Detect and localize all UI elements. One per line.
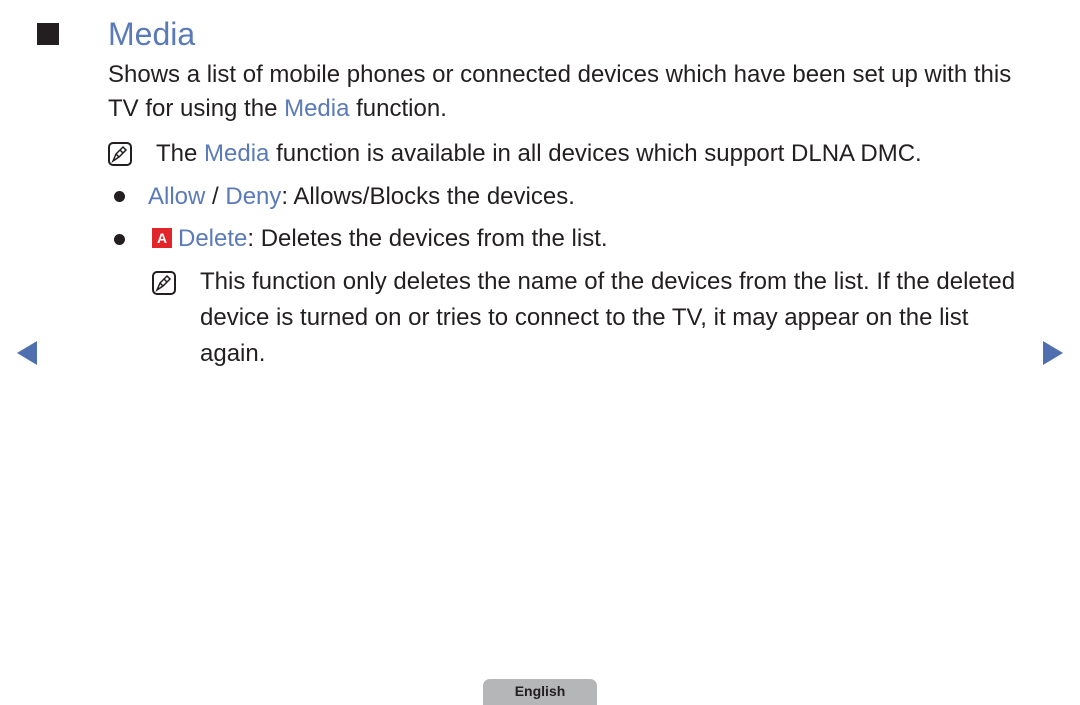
language-tab[interactable]: English [483, 679, 597, 705]
bullet-allow-deny: Allow / Deny: Allows/Blocks the devices. [148, 180, 575, 214]
description: Shows a list of mobile phones or connect… [108, 58, 1048, 126]
note-1-highlight: Media [204, 140, 270, 167]
description-text-end: function. [349, 95, 447, 122]
bullet-icon [114, 191, 125, 202]
bullet-icon [114, 234, 125, 245]
note-1-text: The [156, 140, 205, 167]
note-2-icon [152, 271, 176, 295]
a-button-icon: A [152, 228, 172, 248]
page-title: Media [108, 16, 196, 52]
note-1: The Media function is available in all d… [156, 137, 922, 171]
description-highlight: Media [284, 95, 350, 122]
allow-deny-text: : Allows/Blocks the devices. [281, 183, 575, 210]
note-1-icon [108, 142, 132, 166]
delete-label: Delete [178, 225, 248, 252]
previous-page-arrow-icon[interactable] [17, 341, 37, 365]
title-square-icon [37, 23, 59, 45]
allow-label: Allow [148, 183, 206, 210]
delete-text: : Deletes the devices from the list. [247, 225, 608, 252]
description-text: Shows a list of mobile phones or connect… [108, 61, 1012, 122]
deny-label: Deny [225, 183, 282, 210]
separator: / [205, 183, 226, 210]
note-1-text-end: function is available in all devices whi… [269, 140, 922, 167]
note-2: This function only deletes the name of t… [200, 268, 1016, 367]
next-page-arrow-icon[interactable] [1043, 341, 1063, 365]
bullet-delete: A Delete: Deletes the devices from the li… [152, 222, 608, 256]
